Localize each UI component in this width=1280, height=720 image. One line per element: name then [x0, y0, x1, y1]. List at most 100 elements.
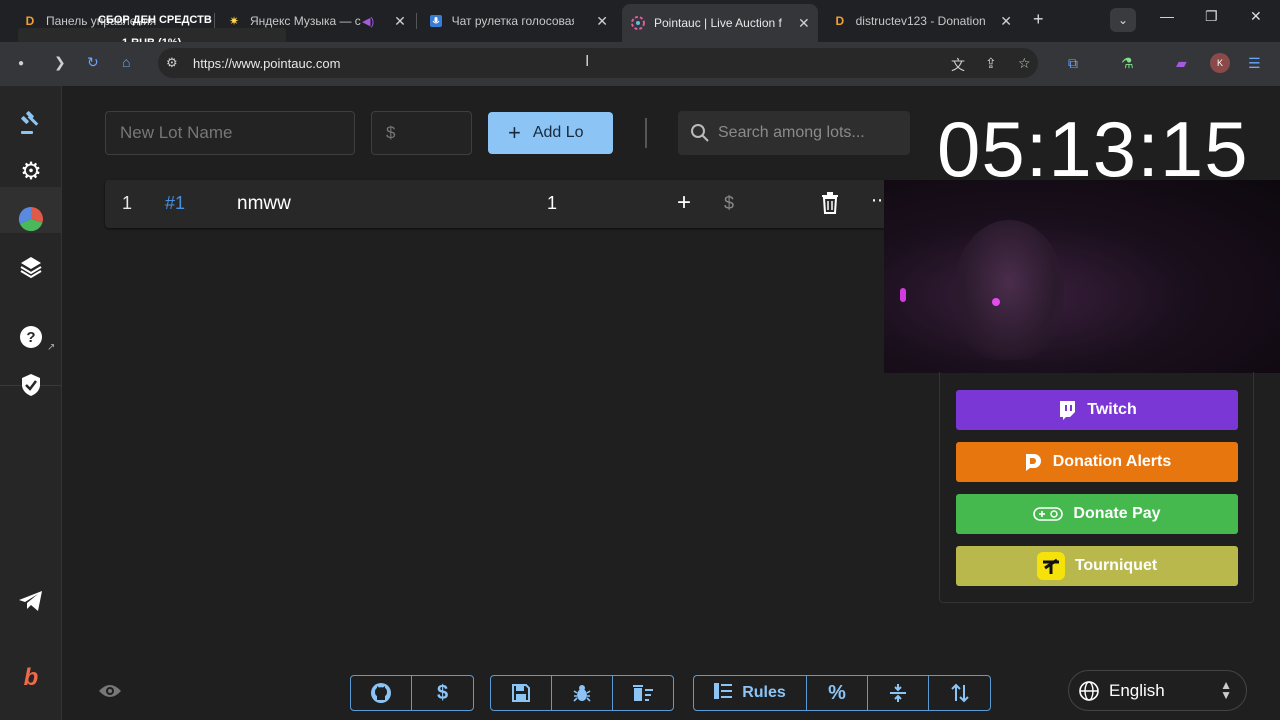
sidebar-item-boosty[interactable]: b: [16, 663, 46, 693]
donation-alerts-button[interactable]: Donation Alerts: [956, 442, 1238, 482]
twitch-extension-icon[interactable]: ▰: [1176, 55, 1187, 72]
back-icon[interactable]: ●: [18, 58, 24, 69]
webcam-overlay: [884, 180, 1280, 373]
percent-button[interactable]: %: [807, 676, 868, 710]
compress-icon: [890, 684, 906, 702]
forward-icon[interactable]: ❯: [54, 54, 66, 71]
restore-icon[interactable]: ❐: [1205, 8, 1218, 25]
yandex-music-icon: ✷: [228, 14, 240, 28]
lot-row: 1 #1 nmww 1 + $ ⋯: [105, 180, 890, 228]
globe-icon: [1079, 681, 1099, 701]
sidebar-item-settings[interactable]: ⚙: [16, 156, 46, 186]
browser-tab-active[interactable]: Pointauc | Live Auction f ✕: [622, 4, 818, 42]
sidebar-item-privacy[interactable]: [16, 370, 46, 400]
add-amount-icon[interactable]: +: [677, 189, 691, 217]
browser-tab[interactable]: D distructev123 - Donation ✕: [824, 6, 1020, 36]
new-lot-amount-input[interactable]: $: [371, 111, 472, 155]
plus-icon: +: [508, 120, 521, 145]
external-link-icon: ↗: [47, 342, 56, 353]
clear-lots-button[interactable]: [613, 676, 673, 710]
select-arrows-icon: ▲ ▼: [1220, 678, 1232, 702]
tab-title: Яндекс Музыка — с: [250, 14, 361, 28]
lot-extra-amount-input[interactable]: $: [724, 193, 734, 214]
donate-pay-button[interactable]: Donate Pay: [956, 494, 1238, 534]
window-close-icon[interactable]: ✕: [1250, 8, 1262, 25]
twitch-button[interactable]: Twitch: [956, 390, 1238, 430]
tooltip-title: СБОР ДЕН СРЕДСТВ: [98, 14, 212, 26]
tools-button-group: [490, 675, 674, 711]
url-text[interactable]: https://www.pointauc.com: [193, 56, 340, 71]
sidebar-item-auction[interactable]: [16, 108, 46, 138]
sidebar-item-telegram[interactable]: [16, 586, 46, 616]
shield-check-icon: [22, 374, 40, 396]
save-button[interactable]: [491, 676, 552, 710]
donation-alerts-icon: D: [835, 14, 845, 28]
save-icon: [512, 684, 530, 702]
tab-search-icon[interactable]: ⌄: [1110, 8, 1136, 32]
browser-tab[interactable]: Чат рулетка голосовая ✕: [420, 6, 616, 36]
rules-button[interactable]: Rules: [694, 676, 807, 710]
eye-icon[interactable]: [98, 683, 122, 704]
donation-alerts-label: Donation Alerts: [1052, 453, 1172, 470]
sidebar-item-wheel[interactable]: [16, 204, 46, 234]
swap-vertical-icon: [950, 683, 969, 703]
close-tab-icon[interactable]: ✕: [1000, 13, 1012, 30]
dollar-icon: $: [436, 681, 449, 704]
lot-name[interactable]: nmww: [237, 193, 291, 215]
layers-icon: [20, 257, 42, 279]
github-icon: [371, 683, 391, 703]
menu-icon[interactable]: ☰: [1248, 55, 1261, 72]
new-lot-name-placeholder: New Lot Name: [120, 123, 233, 142]
profile-avatar[interactable]: K: [1210, 53, 1230, 73]
tourniquet-button[interactable]: Tourniquet: [956, 546, 1238, 586]
donation-alerts-icon: [1023, 452, 1043, 472]
delete-icon[interactable]: [820, 192, 840, 219]
mic-icon: [428, 13, 444, 29]
search-placeholder: Search among lots...: [718, 124, 865, 141]
extensions-icon[interactable]: ⧉: [1068, 55, 1078, 72]
text-cursor-icon: I: [585, 53, 590, 70]
close-tab-icon[interactable]: ✕: [596, 13, 608, 30]
lot-position: 1: [122, 193, 133, 213]
site-info-icon[interactable]: ⚙: [166, 55, 178, 71]
lot-search-input[interactable]: Search among lots...: [678, 111, 910, 155]
lot-amount: 1: [547, 193, 558, 213]
new-tab-icon[interactable]: +: [1033, 9, 1044, 30]
search-icon: [691, 124, 709, 142]
divider: [645, 118, 647, 148]
percent-icon: %: [828, 681, 846, 704]
gear-icon: ⚙: [20, 157, 42, 185]
boosty-icon: b: [23, 664, 39, 691]
tourniquet-label: Tourniquet: [1074, 557, 1158, 574]
lab-icon[interactable]: ⚗: [1121, 55, 1134, 72]
donate-pay-label: Donate Pay: [1073, 505, 1161, 522]
language-select[interactable]: English ▲ ▼: [1068, 670, 1247, 711]
sort-button[interactable]: [929, 676, 990, 710]
translate-icon[interactable]: 文: [951, 55, 965, 75]
compress-button[interactable]: [868, 676, 929, 710]
reload-icon[interactable]: ↻: [87, 54, 99, 71]
tab-title: Чат рулетка голосовая: [451, 14, 575, 28]
share-icon[interactable]: ⇪: [985, 55, 997, 72]
minimize-icon[interactable]: —: [1160, 8, 1174, 24]
github-button[interactable]: [351, 676, 412, 710]
home-icon[interactable]: ⌂: [122, 54, 130, 70]
svg-text:?: ?: [26, 329, 35, 346]
donate-button[interactable]: $: [412, 676, 473, 710]
close-tab-icon[interactable]: ✕: [798, 15, 810, 32]
add-lot-button[interactable]: + Add Lo: [488, 112, 613, 154]
wheel-icon: [18, 206, 43, 232]
new-lot-name-input[interactable]: New Lot Name: [105, 111, 355, 155]
sidebar-item-layers[interactable]: [16, 252, 46, 282]
sidebar-item-help[interactable]: ?: [16, 322, 46, 352]
audio-playing-icon: ◀): [362, 15, 375, 28]
gavel-icon: [21, 111, 39, 134]
close-tab-icon[interactable]: ✕: [394, 13, 406, 30]
lot-id: #1: [165, 193, 186, 213]
links-button-group: $: [350, 675, 474, 711]
bug-report-button[interactable]: [552, 676, 613, 710]
bookmark-icon[interactable]: ☆: [1018, 55, 1031, 72]
twitch-icon: [1057, 400, 1077, 420]
list-icon: [714, 682, 733, 704]
tab-title: Pointauc | Live Auction f: [654, 16, 782, 30]
